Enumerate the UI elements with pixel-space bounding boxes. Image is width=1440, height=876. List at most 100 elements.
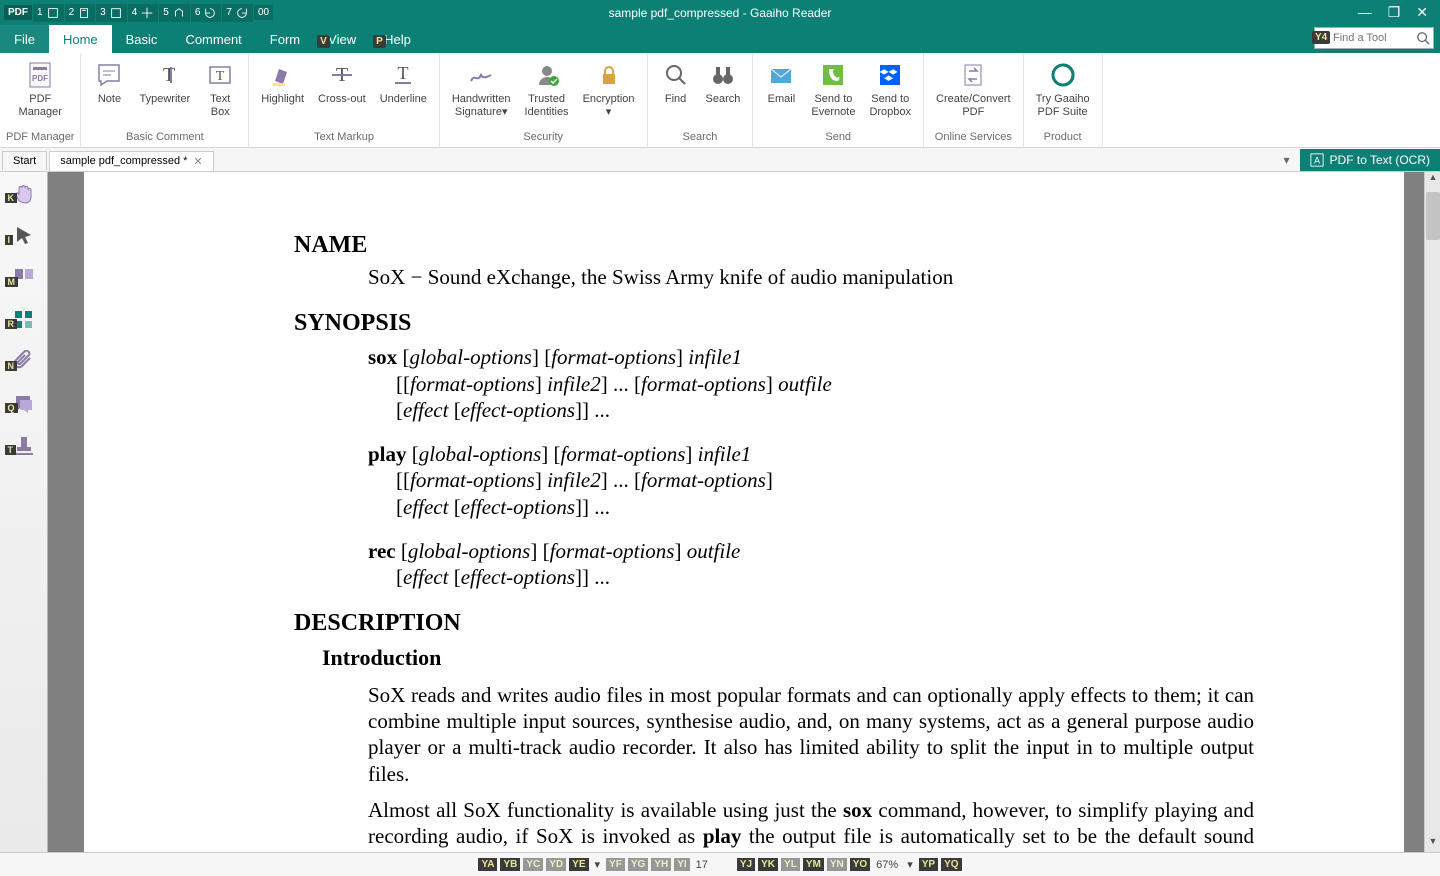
statusbar: YA YB YC YD YE ▾ YF YG YH YI 17 YJ YK YL… xyxy=(0,852,1440,876)
left-sidebar: K I M R N Q T xyxy=(0,172,48,852)
hint-tag: YJ xyxy=(737,858,755,871)
cross-out-button[interactable]: T Cross-out xyxy=(312,57,372,108)
menu-view[interactable]: ViewV xyxy=(314,25,370,53)
bookmarks-button[interactable]: R xyxy=(6,304,42,336)
ribbon-group-basic-comment: Note T Typewriter T TextBox Basic Commen… xyxy=(81,53,249,147)
stamp-button[interactable]: T xyxy=(6,430,42,462)
menu-file[interactable]: File xyxy=(0,25,49,53)
ribbon-group-label: Basic Comment xyxy=(126,131,204,145)
pdf-manager-button[interactable]: PDF PDFManager xyxy=(13,57,68,121)
hint-tag: V xyxy=(317,35,330,48)
dropdown-icon[interactable]: ▾ xyxy=(904,858,916,871)
hint-tag: YH xyxy=(651,858,671,871)
synopsis-play: play [global-options] [format-options] i… xyxy=(368,441,1254,467)
thumbnails-button[interactable]: M xyxy=(6,262,42,294)
dropdown-icon[interactable]: ▾ xyxy=(592,858,604,871)
attachments-button[interactable]: N xyxy=(6,346,42,378)
qat-item-6[interactable]: 6 xyxy=(191,4,222,22)
underline-icon: T xyxy=(387,59,419,91)
svg-text:T: T xyxy=(216,69,225,84)
send-to-evernote-button[interactable]: Send toEvernote xyxy=(805,57,861,121)
svg-text:PDF: PDF xyxy=(32,74,48,83)
ribbon-group-label: Security xyxy=(523,131,563,145)
hint-tag: YI xyxy=(674,858,689,871)
handwritten-signature-button[interactable]: HandwrittenSignature▾ xyxy=(446,57,517,121)
search-button[interactable]: Search xyxy=(700,57,747,108)
menu-basic[interactable]: Basic xyxy=(112,25,172,53)
zoom-level: 67% xyxy=(873,859,901,871)
hint-tag: P xyxy=(373,35,386,48)
maximize-button[interactable]: ❐ xyxy=(1388,4,1401,21)
subheading-introduction: Introduction xyxy=(322,644,1254,672)
pdf-to-text-button[interactable]: A PDF to Text (OCR) xyxy=(1300,149,1440,171)
paragraph-intro-2: Almost all SoX functionality is availabl… xyxy=(368,797,1254,852)
convert-icon xyxy=(957,59,989,91)
tab-dropdown[interactable]: ▾ xyxy=(1278,151,1296,169)
scroll-up-icon[interactable]: ▲ xyxy=(1426,172,1440,188)
hint-tag: I xyxy=(5,235,14,245)
qat-item-5[interactable]: 5 xyxy=(159,4,190,22)
text-box-button[interactable]: T TextBox xyxy=(198,57,242,121)
search-icon[interactable] xyxy=(1416,31,1430,45)
select-tool-button[interactable]: I xyxy=(6,220,42,252)
workarea: K I M R N Q T NAME SoX − Sound eXchange,… xyxy=(0,172,1440,852)
tab-start[interactable]: Start xyxy=(2,151,47,170)
tab-label: sample pdf_compressed * xyxy=(60,155,187,167)
menu-comment[interactable]: Comment xyxy=(171,25,255,53)
trusted-identities-button[interactable]: TrustedIdentities xyxy=(519,57,575,121)
synopsis-sox: sox [global-options] [format-options] in… xyxy=(368,344,1254,370)
try-gaaiho-button[interactable]: Try GaaihoPDF Suite xyxy=(1030,57,1096,121)
qat-item-4[interactable]: 4 xyxy=(128,4,159,22)
vertical-scrollbar[interactable]: ▲ ▼ xyxy=(1424,172,1440,852)
minimize-button[interactable]: — xyxy=(1358,4,1372,21)
hint-tag: YD xyxy=(546,858,566,871)
menu-help[interactable]: HelpP xyxy=(370,25,425,53)
ribbon-group-pdf-manager: PDF PDFManager PDF Manager xyxy=(0,53,81,147)
close-icon[interactable]: ✕ xyxy=(193,155,202,168)
hint-tag: YN xyxy=(827,858,847,871)
page-total: 17 xyxy=(693,859,711,871)
evernote-icon xyxy=(817,59,849,91)
hint-tag: YE xyxy=(569,858,588,871)
hint-tag: N xyxy=(5,361,18,371)
hint-tag: YB xyxy=(500,858,520,871)
hand-tool-button[interactable]: K xyxy=(6,178,42,210)
underline-button[interactable]: T Underline xyxy=(374,57,433,108)
menu-form[interactable]: Form xyxy=(256,25,314,53)
hint-tag: YG xyxy=(628,858,648,871)
hint-tag: YM xyxy=(803,858,824,871)
menu-home[interactable]: Home xyxy=(49,25,112,53)
text-box-icon: T xyxy=(204,59,236,91)
ribbon-group-text-markup: Highlight T Cross-out T Underline Text M… xyxy=(249,53,440,147)
close-button[interactable]: ✕ xyxy=(1416,4,1428,21)
svg-text:T: T xyxy=(163,64,175,86)
create-convert-pdf-button[interactable]: Create/ConvertPDF xyxy=(930,57,1017,121)
hint-tag: YO xyxy=(850,858,870,871)
send-to-dropbox-button[interactable]: Send toDropbox xyxy=(863,57,917,121)
qat-item-1[interactable]: 1 xyxy=(33,4,64,22)
hint-tag: R xyxy=(5,319,18,329)
note-button[interactable]: Note xyxy=(87,57,131,108)
paragraph-intro-1: SoX reads and writes audio files in most… xyxy=(368,682,1254,787)
qat-item-3[interactable]: 3 xyxy=(96,4,127,22)
hint-tag: YA xyxy=(478,858,497,871)
heading-description: DESCRIPTION xyxy=(294,608,1254,638)
scrollbar-thumb[interactable] xyxy=(1426,192,1440,240)
encryption-button[interactable]: Encryption▾ xyxy=(577,57,641,121)
typewriter-button[interactable]: T Typewriter xyxy=(133,57,196,108)
tab-document[interactable]: sample pdf_compressed * ✕ xyxy=(49,151,213,171)
highlight-button[interactable]: Highlight xyxy=(255,57,310,108)
comments-button[interactable]: Q xyxy=(6,388,42,420)
scroll-down-icon[interactable]: ▼ xyxy=(1426,836,1440,852)
qat-item-2[interactable]: 2 xyxy=(65,4,96,22)
find-button[interactable]: Find xyxy=(654,57,698,108)
menubar: File Home Basic Comment Form ViewV HelpP… xyxy=(0,25,1440,53)
qat-item-7[interactable]: 7 xyxy=(222,4,253,22)
email-button[interactable]: Email xyxy=(759,57,803,108)
qat-pdf-badge: PDF xyxy=(4,5,32,20)
hint-tag: YC xyxy=(523,858,543,871)
page-viewport[interactable]: NAME SoX − Sound eXchange, the Swiss Arm… xyxy=(48,172,1440,852)
ribbon-group-product: Try GaaihoPDF Suite Product xyxy=(1024,53,1103,147)
qat-item-00[interactable]: 00 xyxy=(254,5,273,20)
hint-tag: Q xyxy=(5,403,18,413)
